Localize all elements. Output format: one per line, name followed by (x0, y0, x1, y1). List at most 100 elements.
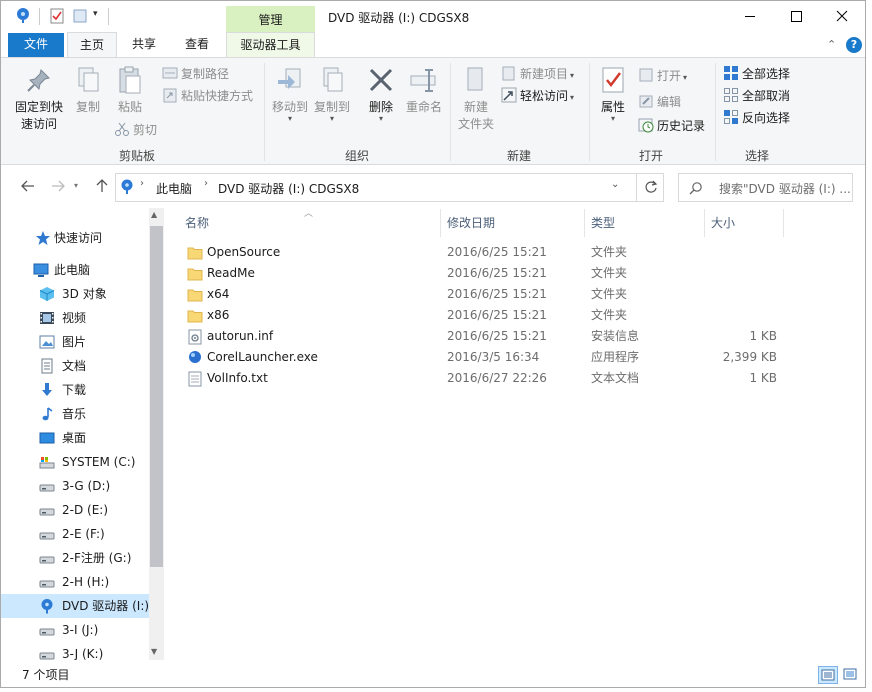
column-header-type[interactable]: 类型 (591, 209, 615, 237)
column-divider[interactable] (704, 209, 705, 237)
properties-icon[interactable] (50, 8, 64, 24)
nav-item-label: 2-D (E:) (62, 503, 109, 517)
breadcrumb-current[interactable]: DVD 驱动器 (I:) CDGSX8 (218, 180, 359, 197)
copy-path-button[interactable]: 复制路径 (162, 64, 229, 84)
column-header-date[interactable]: 修改日期 (447, 209, 495, 237)
history-button[interactable]: 历史记录 (638, 116, 705, 136)
nav-item[interactable]: 文档 (1, 354, 149, 378)
rename-button[interactable]: 重命名 (403, 64, 445, 116)
nav-item[interactable]: 图片 (1, 330, 149, 354)
column-header-name[interactable]: 名称 (185, 209, 209, 237)
nav-item-label: 2-E (F:) (62, 527, 105, 541)
rename-icon (408, 64, 440, 96)
nav-item[interactable]: 3-G (D:) (1, 474, 149, 498)
file-row[interactable]: ReadMe 2016/6/25 15:21 文件夹 (183, 263, 783, 284)
file-type: 文件夹 (591, 266, 628, 280)
easy-access-button[interactable]: 轻松访问 ▾ (501, 86, 574, 106)
column-divider[interactable] (584, 209, 585, 237)
drive-icon (39, 574, 55, 590)
close-button[interactable] (819, 1, 865, 32)
select-none-button[interactable]: 全部取消 (723, 86, 790, 106)
recent-locations-icon[interactable]: ▾ (69, 175, 83, 197)
computer-icon (33, 263, 49, 277)
file-row[interactable]: autorun.inf 2016/6/25 15:21 安装信息 1 KB (183, 326, 783, 347)
search-placeholder: 搜索"DVD 驱动器 (I:) ... (719, 182, 851, 196)
nav-item-label: 文档 (62, 359, 87, 373)
nav-item[interactable]: 音乐 (1, 402, 149, 426)
nav-item[interactable]: 2-E (F:) (1, 522, 149, 546)
nav-item[interactable]: 2-D (E:) (1, 498, 149, 522)
nav-item[interactable]: 3D 对象 (1, 282, 149, 306)
maximize-icon (791, 11, 802, 22)
large-icons-view-button[interactable] (841, 666, 861, 684)
nav-item-label: 3-G (D:) (62, 479, 111, 493)
paste-shortcut-button[interactable]: 粘贴快捷方式 (162, 86, 253, 106)
back-arrow-icon (21, 180, 34, 192)
new-folder-qat-icon[interactable] (73, 8, 87, 24)
file-date: 2016/6/27 22:26 (447, 371, 547, 385)
file-row[interactable]: x86 2016/6/25 15:21 文件夹 (183, 305, 783, 326)
search-input[interactable]: 搜索"DVD 驱动器 (I:) ... (678, 173, 853, 202)
history-icon (638, 117, 654, 133)
nav-item[interactable]: 3-I (J:) (1, 618, 149, 642)
scroll-down-icon[interactable]: ▼ (151, 647, 157, 656)
file-row[interactable]: CorelLauncher.exe 2016/3/5 16:34 应用程序 2,399… (183, 347, 783, 368)
column-divider[interactable] (440, 209, 441, 237)
paste-button[interactable]: 粘贴 (111, 64, 149, 116)
nav-quick-access[interactable]: 快速访问 (1, 226, 149, 250)
help-icon[interactable]: ? (846, 37, 862, 53)
tab-view[interactable]: 查看 (173, 32, 221, 58)
column-divider[interactable] (783, 209, 784, 237)
tab-file[interactable]: 文件 (8, 33, 64, 57)
file-row[interactable]: VolInfo.txt 2016/6/27 22:26 文本文档 1 KB (183, 368, 783, 389)
open-button[interactable]: 打开 ▾ (638, 66, 687, 86)
column-header-size[interactable]: 大小 (711, 209, 735, 237)
delete-button[interactable]: 删除 ▾ (365, 64, 397, 123)
new-folder-button[interactable]: 新建 文件夹 (455, 64, 497, 133)
nav-item[interactable]: 桌面 (1, 426, 149, 450)
minimize-button[interactable] (727, 1, 773, 32)
address-bar[interactable]: › 此电脑 › DVD 驱动器 (I:) CDGSX8 ⌄ (115, 173, 664, 202)
nav-item[interactable]: SYSTEM (C:) (1, 450, 149, 474)
invert-selection-button[interactable]: 反向选择 (723, 108, 790, 128)
nav-scroll-thumb[interactable] (150, 226, 163, 567)
nav-this-pc[interactable]: 此电脑 (1, 258, 149, 282)
properties-button[interactable]: 属性 ▾ (595, 64, 631, 123)
copy-button[interactable]: 复制 (71, 64, 105, 116)
group-divider (715, 63, 716, 161)
new-item-button[interactable]: 新建项目 ▾ (501, 64, 574, 84)
back-button[interactable] (17, 175, 39, 197)
file-type: 文本文档 (591, 371, 640, 385)
breadcrumb-this-pc[interactable]: 此电脑 (156, 180, 192, 197)
file-name: VolInfo.txt (207, 371, 268, 385)
file-row[interactable]: OpenSource 2016/6/25 15:21 文件夹 (183, 242, 783, 263)
pin-quick-access-button[interactable]: 固定到快 速访问 (13, 64, 65, 133)
ribbon-tabs: 文件 主页 共享 查看 驱动器工具 ⌃ ? (1, 32, 865, 58)
tab-home[interactable]: 主页 (67, 32, 117, 58)
tab-share[interactable]: 共享 (121, 32, 167, 58)
copy-to-button[interactable]: 复制到 ▾ (313, 64, 351, 123)
move-to-button[interactable]: 移动到 ▾ (269, 64, 311, 123)
nav-item[interactable]: 下载 (1, 378, 149, 402)
nav-item[interactable]: DVD 驱动器 (I:) (1, 594, 149, 618)
copy-path-icon (162, 65, 178, 81)
new-group-label: 新建 (506, 149, 531, 163)
qat-customize-icon[interactable]: ▾ (93, 9, 98, 19)
select-all-button[interactable]: 全部选择 (723, 64, 790, 84)
edit-button[interactable]: 编辑 (638, 92, 681, 112)
nav-item[interactable]: 2-F注册 (G:) (1, 546, 149, 570)
maximize-button[interactable] (773, 1, 819, 32)
address-history-chevron-icon[interactable]: ⌄ (611, 179, 619, 190)
nav-item[interactable]: 3-J (K:) (1, 642, 149, 660)
up-button[interactable] (91, 175, 113, 197)
refresh-icon[interactable] (644, 180, 658, 194)
scroll-up-icon[interactable]: ▲ (151, 210, 157, 219)
nav-item[interactable]: 2-H (H:) (1, 570, 149, 594)
cut-button[interactable]: 剪切 (114, 120, 157, 140)
details-view-button[interactable] (818, 666, 838, 684)
collapse-ribbon-icon[interactable]: ⌃ (827, 38, 836, 51)
forward-button[interactable] (47, 175, 69, 197)
tab-drive-tools[interactable]: 驱动器工具 (226, 32, 315, 58)
nav-item[interactable]: 视频 (1, 306, 149, 330)
file-row[interactable]: x64 2016/6/25 15:21 文件夹 (183, 284, 783, 305)
